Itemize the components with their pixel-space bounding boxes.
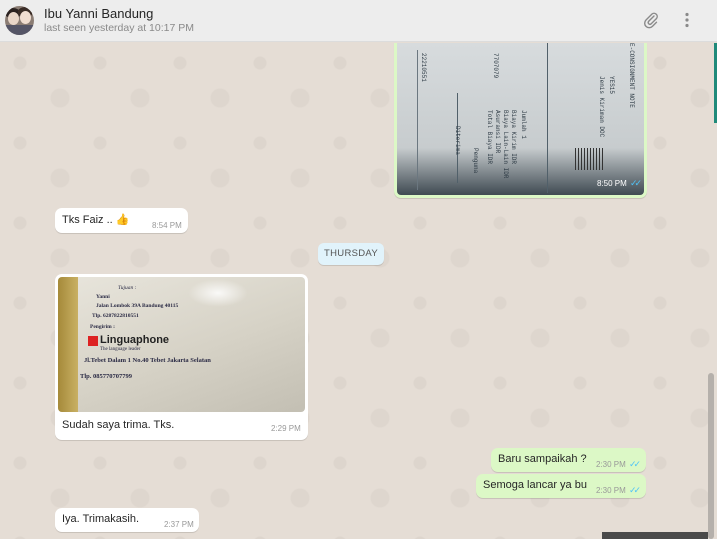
time: 8:50 PM: [597, 179, 627, 188]
time: 2:37 PM: [164, 520, 194, 529]
brand-name: Linguaphone: [100, 334, 170, 346]
brand-tagline: The language leader: [100, 347, 141, 352]
time: 2:29 PM: [271, 424, 301, 433]
receipt-field: Penguna: [472, 148, 479, 174]
message-text: Semoga lancar ya bu: [483, 479, 587, 491]
avatar[interactable]: [5, 6, 34, 35]
message-outgoing[interactable]: Semoga lancar ya bu 2:30 PM ✓✓: [476, 474, 646, 498]
last-seen-status: last seen yesterday at 10:17 PM: [44, 22, 194, 34]
parcel-text: Tlp. 085770707799: [80, 373, 133, 380]
message-incoming[interactable]: Iya. Trimakasih. 2:37 PM: [55, 508, 199, 532]
read-ticks: ✓✓: [629, 485, 641, 495]
time: 8:54 PM: [152, 221, 182, 230]
parcel-text: Jl.Tebet Dalam 1 No.40 Tebet Jakarta Sel…: [84, 357, 211, 364]
message-outgoing[interactable]: Baru sampaikah ? 2:30 PM ✓✓: [491, 448, 646, 472]
receipt-field: Diterima: [454, 126, 461, 155]
receipt-field: Biaya Kirim IDR: [510, 110, 517, 165]
parcel-text: Tujuan :: [118, 285, 137, 291]
message-caption: Sudah saya trima. Tks.: [62, 419, 175, 431]
message-text: Tks Faiz .. 👍: [62, 214, 130, 226]
parcel-text: Jalan Lombok 39A Bandung 40115: [96, 303, 179, 309]
receipt-code: YES15: [608, 76, 615, 95]
receipt-field: Total Biaya IDR: [486, 110, 493, 165]
receipt-field: Jumlah 1: [520, 110, 527, 139]
read-ticks: ✓✓: [630, 178, 642, 188]
receipt-field: 22210551: [420, 53, 427, 82]
message-text: Iya. Trimakasih.: [62, 513, 140, 525]
receipt-photo[interactable]: E-CONSIGNMENT NOTE YES15 Jenis Kiriman D…: [397, 43, 644, 195]
contact-name[interactable]: Ibu Yanni Bandung: [44, 6, 153, 21]
chat-header: Ibu Yanni Bandung last seen yesterday at…: [0, 0, 717, 42]
receipt-field: Jenis Kiriman DOC: [598, 76, 605, 138]
linguaphone-logo-icon: [88, 336, 98, 346]
message-image-outgoing[interactable]: E-CONSIGNMENT NOTE YES15 Jenis Kiriman D…: [394, 43, 647, 198]
scrollbar[interactable]: [708, 373, 714, 539]
message-list[interactable]: E-CONSIGNMENT NOTE YES15 Jenis Kiriman D…: [0, 43, 717, 539]
parcel-text: Tlp. 6287822810551: [92, 313, 139, 319]
barcode-graphic: [575, 148, 605, 170]
parcel-text: Yanni: [96, 294, 110, 300]
menu-dots-icon[interactable]: [677, 10, 697, 30]
message-incoming[interactable]: Tks Faiz .. 👍 8:54 PM: [55, 208, 188, 233]
time: 2:30 PM: [596, 460, 626, 469]
paperclip-icon[interactable]: [641, 10, 661, 30]
time: 2:30 PM: [596, 486, 626, 495]
parcel-photo[interactable]: Tujuan : Yanni Jalan Lombok 39A Bandung …: [58, 277, 305, 412]
message-text: Baru sampaikah ?: [498, 453, 587, 465]
date-separator: THURSDAY: [318, 243, 384, 265]
message-image-incoming[interactable]: Tujuan : Yanni Jalan Lombok 39A Bandung …: [55, 274, 308, 440]
taskbar-edge: [602, 532, 708, 539]
receipt-field: 7707079: [492, 53, 499, 79]
receipt-field: Biaya Lain-Lain IDR: [502, 110, 509, 179]
receipt-field: Asuransi IDR: [494, 110, 501, 154]
parcel-text: Pengirim :: [90, 324, 115, 330]
receipt-title: E-CONSIGNMENT NOTE: [628, 43, 635, 108]
read-ticks: ✓✓: [629, 459, 641, 469]
